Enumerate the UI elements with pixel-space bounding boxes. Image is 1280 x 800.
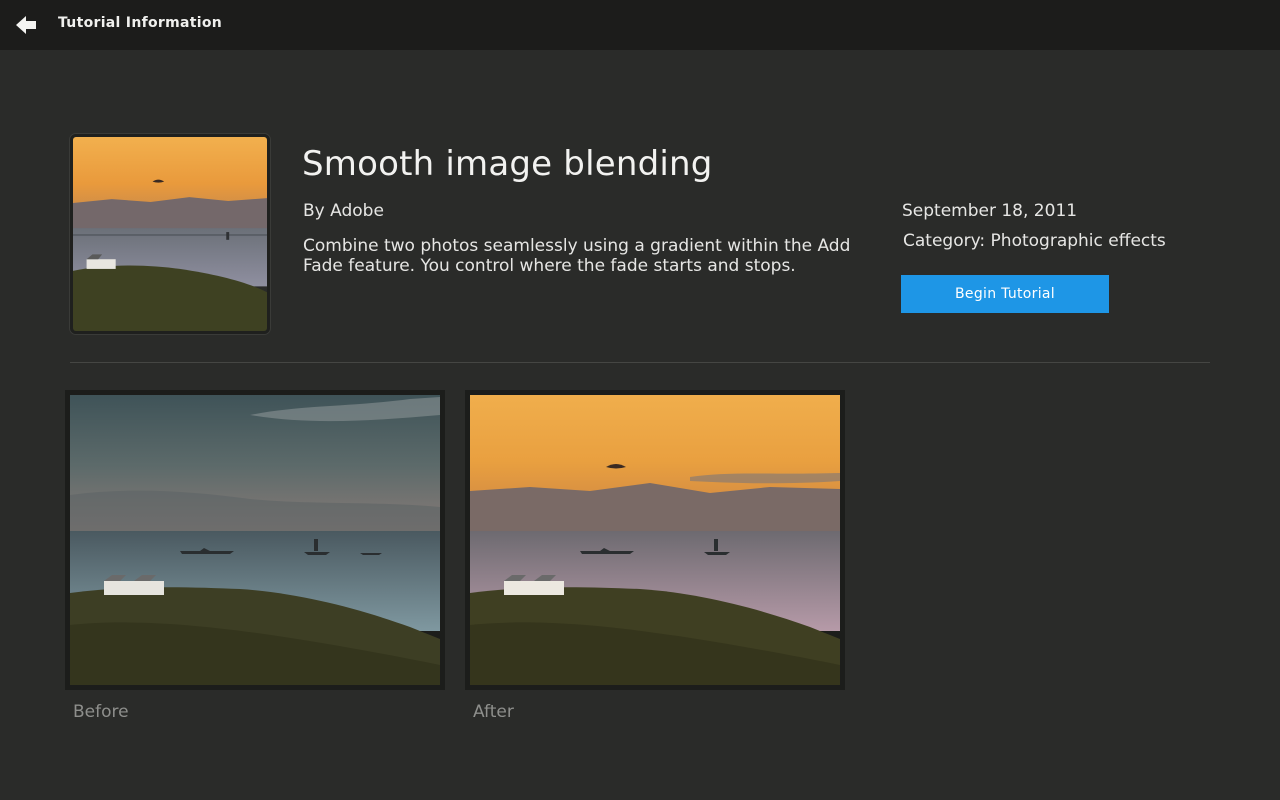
begin-tutorial-button[interactable]: Begin Tutorial: [901, 275, 1109, 313]
after-image: [465, 390, 845, 690]
top-bar: Tutorial Information: [0, 0, 1280, 50]
tutorial-title: Smooth image blending: [302, 144, 713, 184]
tutorial-author: By Adobe: [303, 201, 384, 221]
before-image: [65, 390, 445, 690]
section-divider: [70, 362, 1210, 363]
page-title: Tutorial Information: [58, 15, 223, 31]
tutorial-description: Combine two photos seamlessly using a gr…: [303, 236, 851, 276]
before-label: Before: [73, 702, 129, 722]
tutorial-thumbnail: [70, 134, 270, 334]
tutorial-category: Category: Photographic effects: [903, 231, 1166, 251]
tutorial-date: September 18, 2011: [902, 201, 1078, 221]
after-label: After: [473, 702, 514, 722]
back-button[interactable]: [14, 13, 40, 37]
back-arrow-icon: [16, 16, 36, 34]
